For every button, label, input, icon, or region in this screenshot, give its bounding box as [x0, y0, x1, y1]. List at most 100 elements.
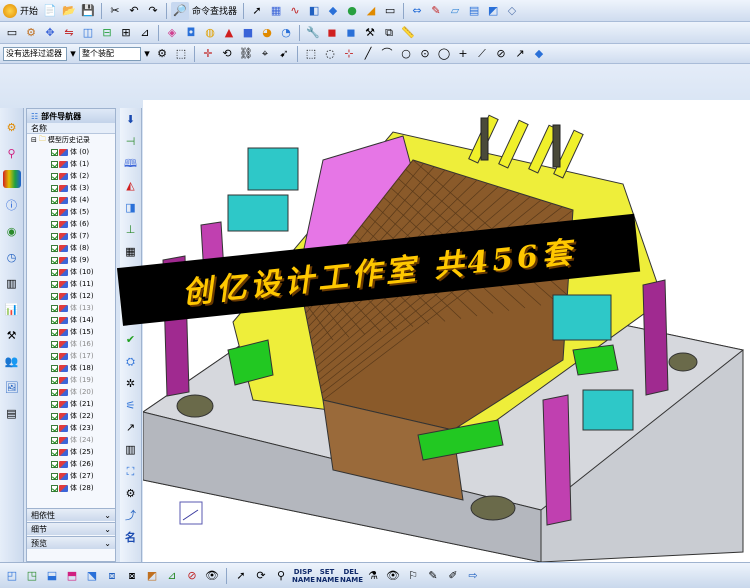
snap-icon[interactable]: ⚙ [22, 24, 40, 42]
layer-icon[interactable]: ◧ [305, 2, 323, 20]
checkbox-icon[interactable] [51, 388, 58, 396]
edges-view-icon[interactable]: ⧇ [123, 567, 141, 585]
link-icon[interactable]: ⛓ [237, 45, 255, 63]
move-icon[interactable]: ✥ [41, 24, 59, 42]
collapse-icon[interactable]: ⊟ [31, 136, 37, 144]
measure-icon[interactable]: ⊿ [136, 24, 154, 42]
checkbox-icon[interactable] [51, 208, 58, 216]
new-file-icon[interactable]: 📄 [41, 2, 59, 20]
assembly-navigator-icon[interactable]: ⚙ [3, 118, 21, 136]
lasso-icon[interactable]: ◌ [321, 45, 339, 63]
assembly-scope-dropdown[interactable]: 整个装配 [79, 46, 141, 61]
section-dependencies[interactable]: 相依性 ⌄ [27, 508, 115, 521]
system-materials-icon[interactable]: ▥ [3, 274, 21, 292]
checkbox-icon[interactable] [51, 196, 58, 204]
cross-icon[interactable]: + [454, 45, 472, 63]
tree-item-body[interactable]: 体 (11) [27, 278, 115, 290]
command-finder[interactable]: 命令查找器 [190, 4, 239, 17]
checkbox-icon[interactable] [51, 340, 58, 348]
chevron-down-icon[interactable]: ▾ [68, 45, 78, 63]
tree-item-body[interactable]: 体 (3) [27, 182, 115, 194]
insert-icon[interactable]: ⊥ [122, 220, 140, 238]
tree-item-body[interactable]: 体 (1) [27, 158, 115, 170]
star-icon[interactable]: ✲ [122, 374, 140, 392]
block-add-icon[interactable]: ◨ [122, 198, 140, 216]
circle-icon[interactable]: ○ [397, 45, 415, 63]
tree-item-body[interactable]: 体 (7) [27, 230, 115, 242]
section-details[interactable]: 细节 ⌄ [27, 522, 115, 535]
surface-icon[interactable]: ◢ [362, 2, 380, 20]
checkbox-icon[interactable] [51, 268, 58, 276]
redo-icon[interactable]: ↷ [144, 2, 162, 20]
section-view-icon[interactable]: ⊿ [163, 567, 181, 585]
hammer-icon[interactable]: ⚒ [361, 24, 379, 42]
block-icon[interactable]: ■ [239, 24, 257, 42]
checkbox-icon[interactable] [51, 244, 58, 252]
tree-item-body[interactable]: 体 (28) [27, 482, 115, 494]
checkbox-icon[interactable] [51, 436, 58, 444]
tree-item-body[interactable]: 体 (13) [27, 302, 115, 314]
cube-icon[interactable]: ◆ [324, 2, 342, 20]
sphere-icon[interactable]: ● [343, 2, 361, 20]
checkbox-icon[interactable] [51, 472, 58, 480]
roles-icon[interactable]: 👥 [3, 352, 21, 370]
checkbox-icon[interactable] [51, 184, 58, 192]
frame-icon[interactable]: ⧉ [380, 24, 398, 42]
tree-item-body[interactable]: 体 (0) [27, 146, 115, 158]
slash-icon[interactable]: ⟋ [473, 45, 491, 63]
cone-icon[interactable]: ▲ [220, 24, 238, 42]
select-all-icon[interactable]: ⬚ [172, 45, 190, 63]
circle-outline-icon[interactable]: ◯ [435, 45, 453, 63]
curve-icon[interactable]: ∿ [286, 2, 304, 20]
tree-item-body[interactable]: 体 (16) [27, 338, 115, 350]
gear-cube-icon[interactable]: ⛭ [122, 352, 140, 370]
tree-item-body[interactable]: 体 (5) [27, 206, 115, 218]
tree-item-body[interactable]: 体 (4) [27, 194, 115, 206]
edit-icon[interactable]: ✐ [444, 567, 462, 585]
checkbox-icon[interactable] [51, 172, 58, 180]
settings-icon[interactable]: ⚙ [153, 45, 171, 63]
pencil-icon[interactable]: ✎ [424, 567, 442, 585]
tree-item-body[interactable]: 体 (15) [27, 326, 115, 338]
disp-name-button[interactable]: DISP NAME [292, 568, 315, 584]
mirror-icon[interactable]: ⇋ [60, 24, 78, 42]
component-icon[interactable]: ⚙ [122, 484, 140, 502]
top-view-icon[interactable]: ⬒ [63, 567, 81, 585]
view-down-icon[interactable]: ⬇ [122, 110, 140, 128]
tree-item-body[interactable]: 体 (26) [27, 458, 115, 470]
set-name-button[interactable]: SET NAME [316, 568, 339, 584]
box-select-icon[interactable]: ⬚ [302, 45, 320, 63]
tree-item-body[interactable]: 体 (10) [27, 266, 115, 278]
cylinder-icon[interactable]: ◍ [201, 24, 219, 42]
sheet-icon[interactable]: ▭ [381, 2, 399, 20]
tree-item-body[interactable]: 体 (19) [27, 374, 115, 386]
chevron-down-icon[interactable]: ▾ [142, 45, 152, 63]
save-icon[interactable]: 💾 [79, 2, 97, 20]
tree-item-body[interactable]: 体 (12) [27, 290, 115, 302]
pan-icon[interactable]: ➚ [232, 567, 250, 585]
tree-item-body[interactable]: 体 (2) [27, 170, 115, 182]
start-menu[interactable]: 开始 [18, 4, 40, 17]
assembly-icon[interactable]: ⛶ [122, 462, 140, 480]
line-icon[interactable]: ╱ [359, 45, 377, 63]
layer-settings-icon[interactable]: ⚗ [364, 567, 382, 585]
shell-icon[interactable]: ▱ [446, 2, 464, 20]
open-folder-icon[interactable]: 📂 [60, 2, 78, 20]
checkbox-icon[interactable] [51, 484, 58, 492]
checkbox-icon[interactable] [51, 220, 58, 228]
ruler-icon[interactable]: 📏 [399, 24, 417, 42]
ortho-view-icon[interactable]: ◰ [3, 567, 21, 585]
tree-item-body[interactable]: 体 (27) [27, 470, 115, 482]
show-icon[interactable]: 👁 [203, 567, 221, 585]
command-finder-icon[interactable]: 🔎 [171, 1, 190, 20]
history-node[interactable]: ⊟ 🗀 模型历史记录 [27, 134, 115, 146]
checkbox-icon[interactable] [51, 304, 58, 312]
checkbox-icon[interactable] [51, 148, 58, 156]
center-icon[interactable]: ⊙ [416, 45, 434, 63]
route-icon[interactable]: ⤴ [122, 506, 140, 524]
checkbox-icon[interactable] [51, 328, 58, 336]
manufacturing-icon[interactable]: ⚒ [3, 326, 21, 344]
tree-item-body[interactable]: 体 (6) [27, 218, 115, 230]
wiring-icon[interactable]: ⚟ [122, 396, 140, 414]
trim-icon[interactable]: ⊟ [98, 24, 116, 42]
